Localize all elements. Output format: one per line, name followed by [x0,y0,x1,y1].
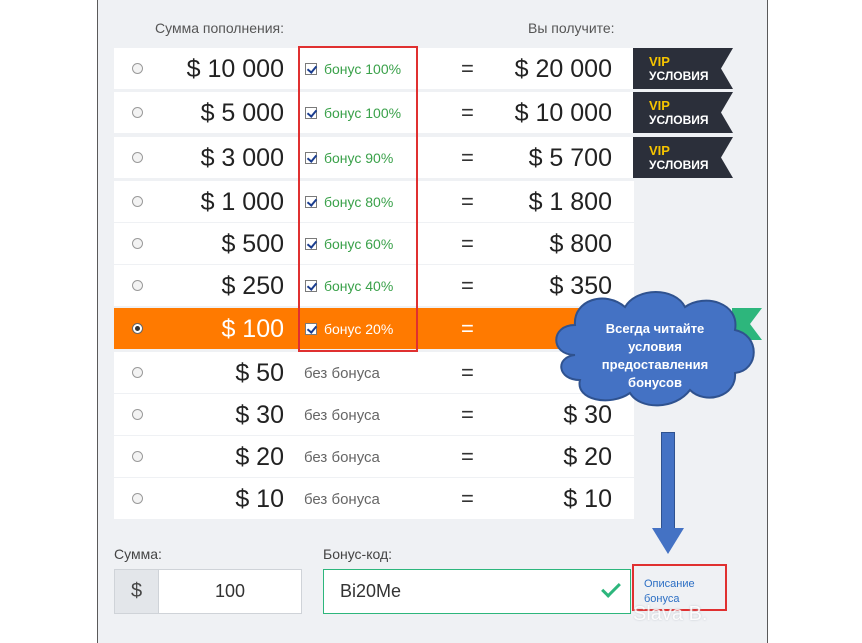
radio-button[interactable] [132,107,143,118]
no-bonus-label: без бонуса [304,407,380,424]
equals-sign: = [461,56,474,81]
result-amount: $ 20 [563,443,612,471]
bonus-column-highlight [298,46,418,352]
deposit-option-row[interactable]: $ 20 без бонуса = $ 20 [114,436,634,477]
equals-sign: = [461,444,474,469]
amount-column-header: Сумма пополнения: [155,20,285,36]
equals-sign: = [461,273,474,298]
deposit-amount: $ 10 [235,485,284,513]
radio-button[interactable] [132,152,143,163]
result-amount: $ 1 800 [528,188,612,216]
radio-button[interactable] [132,63,143,74]
deposit-amount: $ 10 000 [186,55,284,83]
result-amount: $ 20 000 [514,55,612,83]
vip-conditions-badge[interactable]: VIP УСЛОВИЯ [633,92,733,133]
deposit-amount: $ 3 000 [200,144,284,172]
vip-label: VIP [649,98,670,113]
radio-button[interactable] [132,409,143,420]
sum-input[interactable]: $ 100 [114,569,302,614]
arrow-head-icon [652,528,684,554]
deposit-amount: $ 500 [221,230,284,258]
vip-conditions-label: УСЛОВИЯ [649,69,709,83]
vip-label: VIP [649,143,670,158]
callout-text: Всегда читайте условия предоставления бо… [601,321,709,390]
equals-sign: = [461,189,474,214]
radio-button[interactable] [132,493,143,504]
vip-conditions-label: УСЛОВИЯ [649,158,709,172]
equals-sign: = [461,316,474,341]
result-amount: $ 10 000 [514,99,612,127]
vip-conditions-badge[interactable]: VIP УСЛОВИЯ [633,48,733,89]
equals-sign: = [461,100,474,125]
equals-sign: = [461,360,474,385]
watermark: Slava B. [633,603,708,625]
no-bonus-label: без бонуса [304,491,380,508]
deposit-amount: $ 50 [235,359,284,387]
deposit-amount: $ 20 [235,443,284,471]
equals-sign: = [461,486,474,511]
vip-label: VIP [649,54,670,69]
vip-conditions-badge[interactable]: VIP УСЛОВИЯ [633,137,733,178]
bonus-code-label: Бонус-код: [323,546,393,562]
radio-button[interactable] [132,451,143,462]
deposit-amount: $ 100 [221,315,284,343]
result-amount: $ 10 [563,485,612,513]
bonus-code-input[interactable]: Bi20Me [323,569,631,614]
no-bonus-label: без бонуса [304,449,380,466]
deposit-amount: $ 30 [235,401,284,429]
deposit-option-row[interactable]: $ 10 без бонуса = $ 10 [114,478,634,519]
no-bonus-label: без бонуса [304,365,380,382]
result-amount: $ 800 [549,230,612,258]
radio-button[interactable] [132,280,143,291]
arrow-down-icon [661,432,675,530]
deposit-amount: $ 1 000 [200,188,284,216]
radio-button[interactable] [132,238,143,249]
result-amount: $ 5 700 [528,144,612,172]
checkmark-icon [601,578,621,598]
sum-label: Сумма: [114,546,162,562]
equals-sign: = [461,402,474,427]
radio-button[interactable] [132,367,143,378]
receive-column-header: Вы получите: [528,20,615,36]
sum-value[interactable]: 100 [159,570,301,613]
equals-sign: = [461,145,474,170]
equals-sign: = [461,231,474,256]
radio-button[interactable] [132,196,143,207]
currency-addon: $ [115,570,159,613]
radio-button[interactable] [132,323,143,334]
vip-conditions-label: УСЛОВИЯ [649,113,709,127]
bonus-code-value[interactable]: Bi20Me [340,581,401,602]
deposit-amount: $ 250 [221,272,284,300]
deposit-amount: $ 5 000 [200,99,284,127]
